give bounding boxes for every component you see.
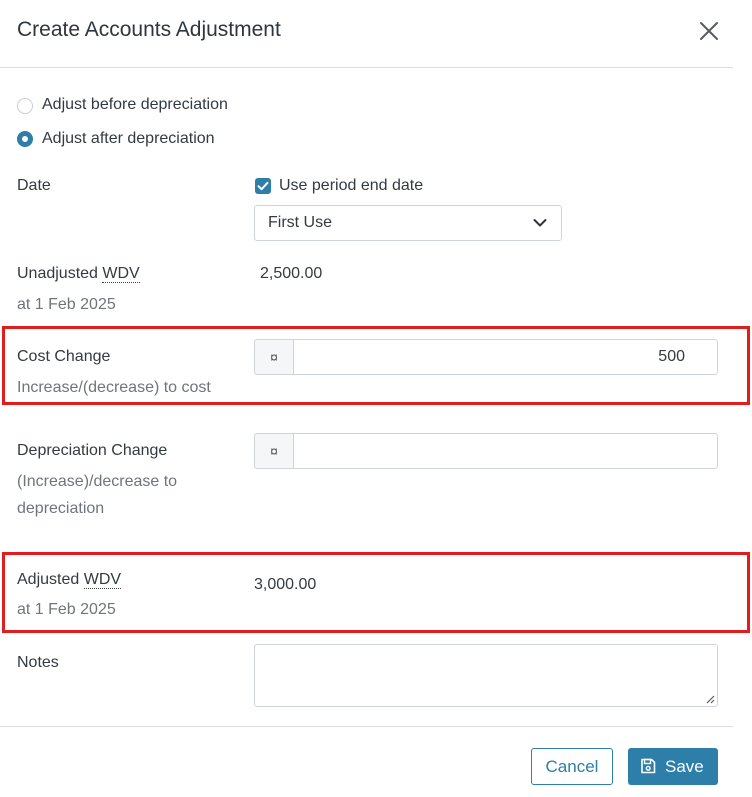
use-period-end-label[interactable]: Use period end date	[279, 177, 423, 195]
cost-change-label: Cost Change	[17, 348, 111, 365]
notes-textarea[interactable]	[254, 644, 718, 707]
adjusted-wdv-date: at 1 Feb 2025	[17, 601, 116, 618]
adjusted-wdv-label-prefix: Adjusted	[17, 571, 84, 588]
depreciation-change-sublabel-line2: depreciation	[17, 500, 105, 517]
adjusted-wdv-abbr: WDV	[83, 571, 122, 589]
cost-change-sublabel: Increase/(decrease) to cost	[17, 379, 211, 396]
dialog-title: Create Accounts Adjustment	[17, 18, 281, 41]
adjusted-wdv-label: Adjusted WDV	[17, 571, 122, 589]
date-select-value: First Use	[268, 214, 332, 231]
unadjusted-wdv-value: 2,500.00	[260, 265, 323, 282]
chevron-down-icon	[533, 219, 547, 227]
depreciation-change-label: Depreciation Change	[17, 442, 168, 459]
check-icon	[257, 181, 269, 191]
unadjusted-wdv-abbr: WDV	[102, 265, 140, 283]
radio-adjust-after[interactable]	[17, 131, 33, 147]
adjusted-wdv-value: 3,000.00	[254, 576, 317, 593]
footer-divider	[0, 726, 733, 727]
depreciation-change-currency-addon: ¤	[254, 433, 293, 469]
close-icon	[700, 22, 718, 40]
save-button[interactable]: Save	[628, 748, 718, 785]
depreciation-change-sublabel-line1: (Increase)/decrease to	[17, 473, 178, 490]
depreciation-change-input[interactable]	[293, 433, 718, 469]
radio-adjust-after-label[interactable]: Adjust after depreciation	[42, 130, 215, 148]
header-divider	[0, 67, 733, 68]
use-period-end-checkbox[interactable]	[255, 178, 271, 194]
unadjusted-wdv-date: at 1 Feb 2025	[17, 296, 116, 313]
save-icon	[641, 758, 656, 774]
resize-grip-icon[interactable]	[705, 694, 715, 704]
cancel-button[interactable]: Cancel	[531, 748, 613, 785]
radio-adjust-before-label[interactable]: Adjust before depreciation	[42, 96, 228, 114]
notes-label: Notes	[17, 654, 59, 671]
date-select[interactable]: First Use	[254, 205, 562, 241]
unadjusted-wdv-label-prefix: Unadjusted	[17, 265, 103, 282]
adjusted-wdv-highlight	[2, 552, 750, 633]
cost-change-currency-addon: ¤	[254, 339, 293, 375]
cost-change-input[interactable]: 500	[293, 339, 718, 375]
close-button[interactable]	[698, 20, 720, 42]
save-button-label: Save	[665, 757, 704, 776]
unadjusted-wdv-label: Unadjusted WDV	[17, 265, 140, 283]
radio-adjust-before[interactable]	[17, 98, 33, 114]
date-label: Date	[17, 177, 51, 194]
